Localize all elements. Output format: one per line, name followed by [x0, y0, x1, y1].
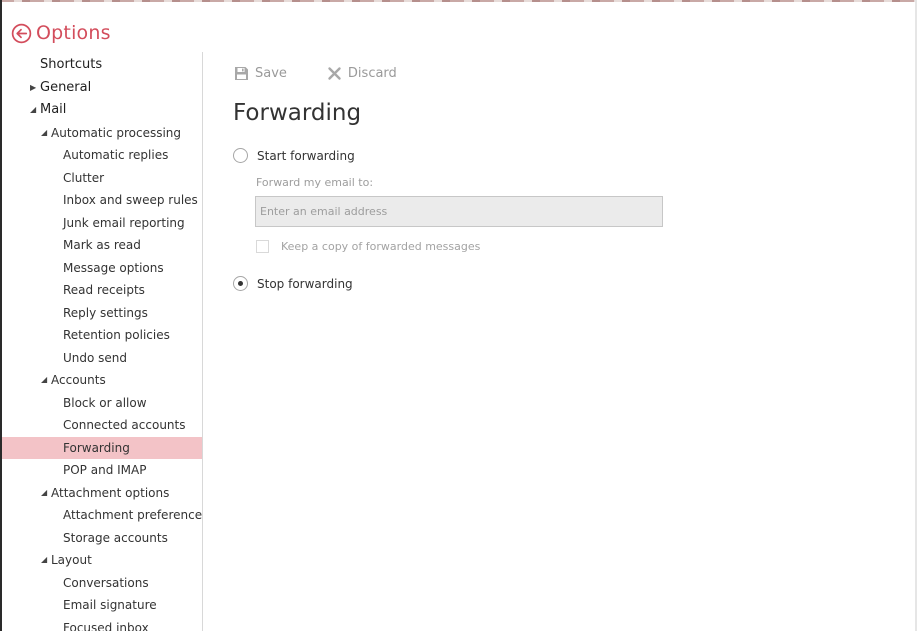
save-button[interactable]: Save [234, 66, 287, 81]
options-title: Options [36, 22, 111, 44]
sidebar-item-email-signature[interactable]: Email signature [2, 594, 202, 616]
sidebar-item-label: Attachment options [51, 485, 170, 500]
sidebar-item-automatic-replies[interactable]: Automatic replies [2, 144, 202, 166]
sidebar-item-label: Mark as read [63, 238, 141, 252]
sidebar-item-label: Mail [40, 102, 67, 117]
sidebar-item-label: Clutter [63, 170, 105, 185]
sidebar-item-shortcuts[interactable]: Shortcuts [2, 54, 202, 76]
sidebar-item-block-or-allow[interactable]: Block or allow [2, 392, 202, 414]
sidebar-item-label: Attachment preferences [63, 508, 203, 522]
sidebar-item-label: Focused inbox [63, 620, 149, 631]
sidebar-item-inbox-and-sweep-rules[interactable]: Inbox and sweep rules [2, 189, 202, 211]
page-title: Forwarding [233, 100, 362, 126]
sidebar-item-label: Connected accounts [63, 418, 186, 432]
forward-email-input[interactable] [255, 196, 663, 227]
sidebar-item-label: Automatic replies [63, 148, 169, 162]
save-label: Save [255, 65, 287, 81]
sidebar-item-mail[interactable]: ◢ Mail [2, 99, 202, 121]
circle-arrow-left-icon [11, 23, 32, 43]
sidebar-item-label: Email signature [63, 598, 157, 612]
sidebar-item-accounts[interactable]: ◢ Accounts [2, 369, 202, 391]
toolbar: Save Discard [234, 63, 397, 83]
sidebar-item-general[interactable]: ▶ General [2, 77, 202, 99]
sidebar-item-automatic-processing[interactable]: ◢ Automatic processing [2, 122, 202, 144]
sidebar-item-connected-accounts[interactable]: Connected accounts [2, 414, 202, 436]
sidebar-item-attachment-preferences[interactable]: Attachment preferences [2, 504, 202, 526]
sidebar-item-read-receipts[interactable]: Read receipts [2, 279, 202, 301]
sidebar-item-label: Block or allow [63, 395, 147, 410]
sidebar-item-focused-inbox[interactable]: Focused inbox [2, 617, 202, 631]
forward-to-label: Forward my email to: [256, 176, 374, 189]
start-forwarding-radio[interactable] [233, 148, 248, 163]
stop-forwarding-option[interactable]: Stop forwarding [233, 276, 353, 291]
sidebar-item-reply-settings[interactable]: Reply settings [2, 302, 202, 324]
keep-copy-option[interactable]: Keep a copy of forwarded messages [256, 240, 480, 253]
sidebar-item-forwarding[interactable]: Forwarding [2, 436, 202, 459]
options-sidebar: Shortcuts ▶ General ◢ Mail ◢ Automatic process… [2, 52, 203, 631]
sidebar-item-clutter[interactable]: Clutter [2, 167, 202, 189]
sidebar-item-label: POP and IMAP [63, 463, 147, 477]
sidebar-item-label: Reply settings [63, 305, 148, 320]
sidebar-item-pop-and-imap[interactable]: POP and IMAP [2, 459, 202, 481]
stop-forwarding-radio[interactable] [233, 276, 248, 291]
sidebar-item-message-options[interactable]: Message options [2, 257, 202, 279]
sidebar-item-label: Read receipts [63, 283, 145, 297]
start-forwarding-option[interactable]: Start forwarding [233, 148, 355, 163]
collapse-caret-icon[interactable]: ◢ [41, 549, 47, 571]
sidebar-item-label: Undo send [63, 350, 128, 365]
sidebar-item-label: Accounts [51, 373, 106, 387]
discard-button[interactable]: Discard [327, 66, 397, 81]
sidebar-item-undo-send[interactable]: Undo send [2, 347, 202, 369]
sidebar-item-label: Storage accounts [63, 530, 168, 545]
stop-forwarding-label: Stop forwarding [257, 276, 353, 291]
sidebar-item-label: Conversations [63, 575, 149, 590]
keep-copy-label: Keep a copy of forwarded messages [281, 240, 481, 253]
sidebar-item-storage-accounts[interactable]: Storage accounts [2, 527, 202, 549]
window-top-strip [0, 0, 917, 2]
collapse-caret-icon[interactable]: ◢ [41, 369, 47, 391]
sidebar-item-label: Junk email reporting [63, 215, 185, 230]
collapse-caret-icon[interactable]: ◢ [41, 482, 47, 504]
sidebar-item-conversations[interactable]: Conversations [2, 572, 202, 594]
sidebar-item-mark-as-read[interactable]: Mark as read [2, 234, 202, 256]
sidebar-item-retention-policies[interactable]: Retention policies [2, 324, 202, 346]
sidebar-item-label: Forwarding [63, 440, 130, 455]
sidebar-item-label: Inbox and sweep rules [63, 193, 198, 207]
expand-caret-icon[interactable]: ▶ [30, 77, 36, 99]
sidebar-item-label: Shortcuts [40, 57, 103, 72]
collapse-caret-icon[interactable]: ◢ [41, 122, 47, 144]
discard-label: Discard [347, 65, 397, 81]
options-back-button[interactable]: Options [11, 22, 111, 44]
collapse-caret-icon[interactable]: ◢ [30, 99, 36, 121]
sidebar-item-layout[interactable]: ◢ Layout [2, 549, 202, 571]
start-forwarding-label: Start forwarding [257, 148, 355, 163]
floppy-disk-icon [235, 66, 248, 80]
sidebar-item-label: Message options [63, 260, 164, 275]
sidebar-item-attachment-options[interactable]: ◢ Attachment options [2, 482, 202, 504]
sidebar-item-label: Retention policies [63, 328, 170, 342]
sidebar-item-label: Layout [51, 553, 92, 567]
sidebar-item-label: General [40, 79, 92, 95]
sidebar-item-junk-email-reporting[interactable]: Junk email reporting [2, 212, 202, 234]
sidebar-item-label: Automatic processing [51, 125, 182, 140]
x-icon [328, 66, 341, 80]
keep-copy-checkbox[interactable] [256, 240, 269, 253]
